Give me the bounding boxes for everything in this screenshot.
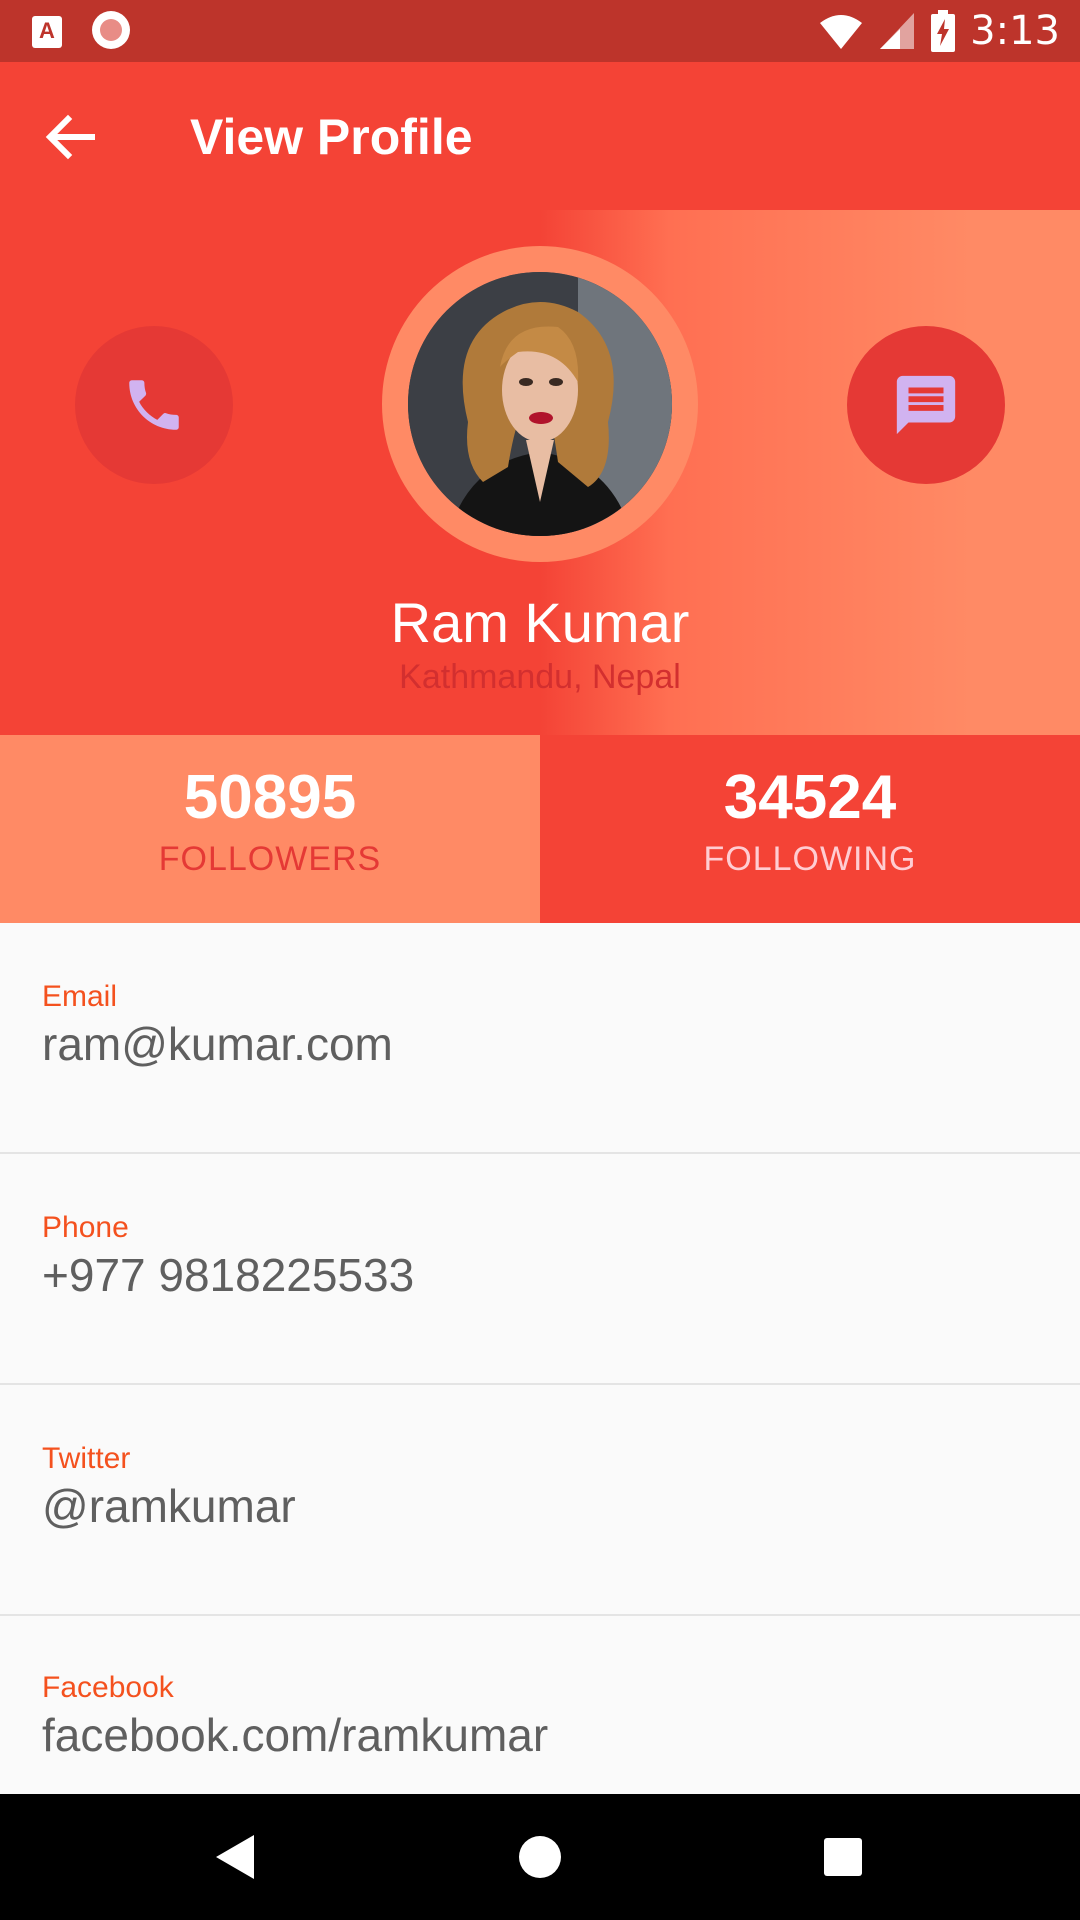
arrow-back-icon[interactable] bbox=[40, 107, 100, 167]
info-item-phone[interactable]: Phone +977 9818225533 bbox=[0, 1154, 1080, 1385]
info-value: +977 9818225533 bbox=[42, 1249, 415, 1301]
app-bar: View Profile bbox=[0, 62, 1080, 210]
info-label: Facebook bbox=[42, 1671, 174, 1704]
avatar-ring bbox=[382, 246, 698, 562]
info-item-twitter[interactable]: Twitter @ramkumar bbox=[0, 1385, 1080, 1616]
info-value: @ramkumar bbox=[42, 1480, 296, 1532]
profile-header: Ram Kumar Kathmandu, Nepal bbox=[0, 210, 1080, 735]
followers-label: FOLLOWERS bbox=[158, 840, 382, 878]
nav-recents-icon[interactable] bbox=[810, 1824, 876, 1890]
followers-stat[interactable]: 50895 FOLLOWERS bbox=[0, 735, 540, 923]
info-value: ram@kumar.com bbox=[42, 1018, 393, 1070]
info-item-email[interactable]: Email ram@kumar.com bbox=[0, 923, 1080, 1154]
followers-count: 50895 bbox=[183, 763, 357, 832]
status-time: 3:13 bbox=[970, 8, 1060, 54]
following-stat[interactable]: 34524 FOLLOWING bbox=[540, 735, 1080, 923]
profile-location: Kathmandu, Nepal bbox=[399, 658, 681, 696]
record-icon bbox=[92, 11, 130, 49]
message-button[interactable] bbox=[847, 326, 1005, 484]
app-a-icon: A bbox=[32, 15, 62, 48]
call-button[interactable] bbox=[75, 326, 233, 484]
phone-icon bbox=[129, 380, 179, 430]
battery-charging-icon bbox=[931, 10, 956, 52]
status-bar: A 3:13 bbox=[0, 0, 1080, 62]
nav-home-icon[interactable] bbox=[507, 1824, 573, 1890]
profile-name: Ram Kumar bbox=[390, 591, 690, 654]
info-value: facebook.com/ramkumar bbox=[42, 1709, 549, 1761]
following-label: FOLLOWING bbox=[703, 840, 917, 878]
info-label: Phone bbox=[42, 1211, 129, 1244]
wifi-icon bbox=[820, 15, 863, 49]
signal-icon bbox=[880, 13, 915, 49]
message-icon bbox=[896, 375, 956, 435]
info-label: Email bbox=[42, 980, 118, 1013]
navigation-bar bbox=[0, 1794, 1080, 1920]
info-label: Twitter bbox=[42, 1442, 131, 1475]
page-title: View Profile bbox=[190, 109, 473, 165]
nav-back-icon[interactable] bbox=[202, 1824, 268, 1890]
avatar[interactable] bbox=[408, 272, 672, 536]
following-count: 34524 bbox=[723, 763, 897, 832]
